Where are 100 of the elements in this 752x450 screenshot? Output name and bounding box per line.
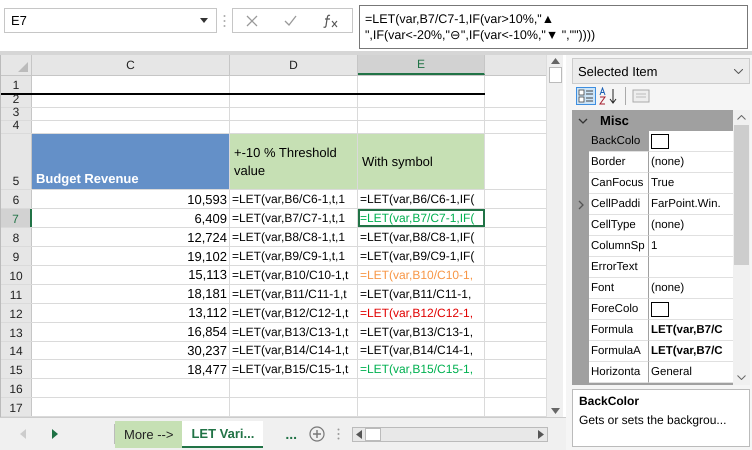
property-value[interactable]: (none) <box>649 152 733 173</box>
collapse-chevron-icon[interactable] <box>578 118 588 124</box>
more-sheets-button[interactable]: ... <box>285 426 298 442</box>
scroll-left-icon[interactable] <box>356 430 362 438</box>
next-sheet-icon[interactable] <box>52 429 58 439</box>
check-icon[interactable] <box>284 15 297 26</box>
sheet-tab[interactable]: LET Vari... <box>182 420 264 448</box>
table-cell: =LET(var,B11/C11-1,t <box>230 284 358 303</box>
dropdown-chevron-icon <box>734 68 743 74</box>
table-cell: =LET(var,B8/C8-1,IF( <box>358 228 485 246</box>
property-value[interactable] <box>649 299 733 320</box>
table-cell: =LET(var,B6/C6-1,IF( <box>358 190 485 208</box>
row-header[interactable]: 5 <box>1 134 32 190</box>
header-cell: Budget Revenue <box>32 134 230 190</box>
property-name[interactable]: CellType <box>589 215 649 236</box>
table-cell: 16,854 <box>32 322 230 341</box>
sheet-tab[interactable]: More --> <box>115 420 182 448</box>
row-header[interactable]: 4 <box>1 120 32 133</box>
property-value[interactable]: True <box>649 173 733 194</box>
row-header[interactable]: 8 <box>1 228 32 246</box>
description-text: Gets or sets the backgrou... <box>579 413 728 427</box>
add-sheet-icon[interactable] <box>309 426 326 442</box>
property-value[interactable]: LET(var,B7/C <box>649 341 733 362</box>
sort-alphabetical-icon[interactable] <box>599 87 619 105</box>
table-cell: =LET(var,B12/C12-1, <box>358 304 485 322</box>
table-cell: =LET(var,B13/C13-1,t <box>230 322 358 341</box>
row-header[interactable]: 15 <box>1 360 32 378</box>
scroll-down-icon[interactable] <box>737 375 746 380</box>
table-cell: =LET(var,B10/C10-1,t <box>230 266 358 284</box>
property-name[interactable]: ForeColo <box>589 299 649 320</box>
table-cell: 18,477 <box>32 360 230 378</box>
table-cell: =LET(var,B13/C13-1, <box>358 322 485 341</box>
row-header[interactable]: 12 <box>1 304 32 322</box>
dropdown-caret-icon <box>200 18 208 23</box>
table-cell: =LET(var,B6/C6-1,t,1 <box>230 190 358 208</box>
row-header[interactable]: 17 <box>1 398 32 416</box>
property-name[interactable]: Formula <box>589 320 649 341</box>
table-cell: 15,113 <box>32 266 230 284</box>
table-cell: 12,724 <box>32 228 230 246</box>
scroll-down-icon[interactable] <box>550 408 560 414</box>
expand-chevron-icon[interactable] <box>578 200 584 210</box>
property-name[interactable]: Font <box>589 278 649 299</box>
scrollbar-thumb[interactable] <box>548 67 562 83</box>
formula-field[interactable]: =LET(var,B7/C7-1,IF(var>10%,"▲ ",IF(var<-20%,"⊖",IF(var<-10%,"▼ ","")))) <box>359 5 748 49</box>
row-header[interactable]: 10 <box>1 266 32 284</box>
category-label: Misc <box>600 113 629 128</box>
row-header[interactable]: 1 <box>1 76 32 93</box>
property-value[interactable] <box>649 131 733 152</box>
table-cell: 6,409 <box>32 209 230 228</box>
color-swatch[interactable] <box>651 302 669 316</box>
property-value[interactable]: FarPoint.Win. <box>649 194 733 215</box>
property-name[interactable]: ColumnSp <box>589 236 649 257</box>
table-cell: =LET(var,B10/C10-1, <box>358 266 485 284</box>
table-cell: =LET(var,B8/C8-1,t,1 <box>230 228 358 246</box>
scroll-up-icon[interactable] <box>550 58 560 64</box>
name-box[interactable]: E7 <box>4 8 217 33</box>
header-cell: +-10 % Threshold value <box>230 134 358 190</box>
property-value[interactable]: LET(var,B7/C <box>649 320 733 341</box>
row-header[interactable]: 2 <box>1 94 32 107</box>
object-selector[interactable]: Selected Item <box>572 58 750 84</box>
row-header[interactable]: 7 <box>1 209 32 228</box>
cell-reference: E7 <box>11 13 27 28</box>
column-header[interactable]: E <box>358 55 485 75</box>
property-value[interactable]: 1 <box>649 236 733 257</box>
table-cell: =LET(var,B9/C9-1,IF( <box>358 247 485 265</box>
scrollbar-thumb[interactable] <box>365 428 382 440</box>
table-cell: =LET(var,B11/C11-1, <box>358 284 485 303</box>
property-name[interactable]: FormulaA <box>589 341 649 362</box>
table-cell: =LET(var,B12/C12-1,t <box>230 304 358 322</box>
property-value[interactable]: (none) <box>649 215 733 236</box>
function-icon[interactable] <box>323 14 339 28</box>
table-cell: 10,593 <box>32 190 230 208</box>
categorized-view-icon[interactable] <box>576 87 596 105</box>
table-cell: 19,102 <box>32 247 230 265</box>
property-value[interactable]: General <box>649 362 733 383</box>
table-cell: =LET(var,B9/C9-1,t,1 <box>230 247 358 265</box>
column-header[interactable]: C <box>32 55 230 75</box>
row-header[interactable]: 9 <box>1 247 32 265</box>
property-name[interactable]: CanFocus <box>589 173 649 194</box>
scrollbar-thumb[interactable] <box>734 125 749 265</box>
cancel-icon[interactable] <box>246 14 258 26</box>
scroll-right-icon[interactable] <box>538 430 544 438</box>
row-header[interactable]: 11 <box>1 284 32 303</box>
table-cell: =LET(var,B14/C14-1,t <box>230 342 358 360</box>
row-header[interactable]: 14 <box>1 342 32 360</box>
table-cell: =LET(var,B14/C14-1, <box>358 342 485 360</box>
property-name[interactable]: Border <box>589 152 649 173</box>
row-header[interactable]: 16 <box>1 379 32 398</box>
scroll-up-icon[interactable] <box>737 115 746 120</box>
property-value[interactable]: (none) <box>649 278 733 299</box>
row-header[interactable]: 13 <box>1 322 32 341</box>
splitter-handle-icon[interactable] <box>337 428 340 440</box>
color-swatch[interactable] <box>651 134 669 148</box>
property-name[interactable]: CellPaddi <box>589 194 649 215</box>
table-cell: =LET(var,B15/C15-1,t <box>230 360 358 378</box>
property-name[interactable]: Horizonta <box>589 362 649 383</box>
row-header[interactable]: 6 <box>1 190 32 208</box>
property-name[interactable]: ErrorText <box>589 257 649 278</box>
table-cell: 30,237 <box>32 342 230 360</box>
row-header[interactable]: 3 <box>1 108 32 120</box>
